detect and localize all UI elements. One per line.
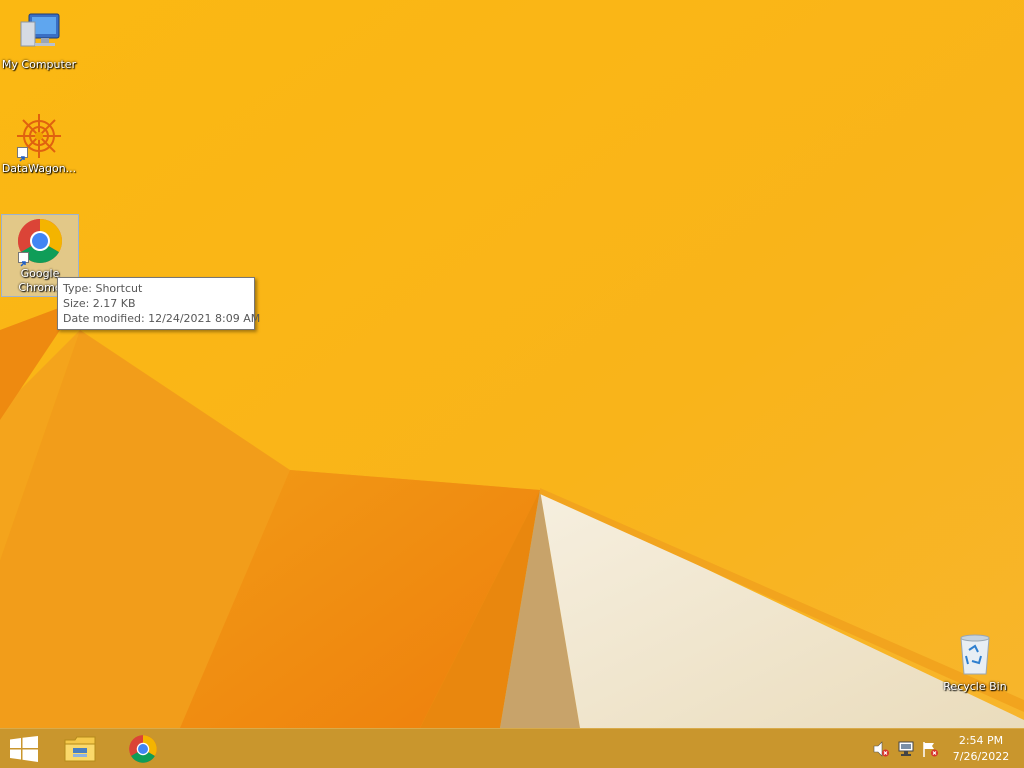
chrome-icon: [129, 734, 157, 763]
tooltip: Type: Shortcut Size: 2.17 KB Date modifi…: [57, 277, 261, 330]
clock-time: 2:54 PM: [958, 734, 1004, 747]
desktop-icon-label: My Computer: [1, 58, 77, 71]
tooltip-size: Size: 2.17 KB: [63, 297, 136, 310]
taskbar: 2:54 PM 7/26/2022: [0, 728, 1024, 768]
desktop-icon-recycle-bin[interactable]: Recycle Bin: [936, 628, 1014, 694]
start-button[interactable]: [0, 729, 48, 768]
chrome-icon: [16, 217, 64, 267]
computer-icon: [15, 8, 63, 56]
recycle-bin-icon: [951, 630, 999, 678]
desktop-icon-datawagon[interactable]: DataWagon...: [0, 110, 78, 176]
datawagon-icon: [15, 112, 63, 162]
taskbar-file-explorer-button[interactable]: [52, 729, 108, 768]
tooltip-type: Type: Shortcut: [63, 282, 143, 295]
windows-logo-icon: [10, 735, 38, 762]
desktop-icon-label: DataWagon...: [1, 162, 77, 175]
desktop-icon-my-computer[interactable]: My Computer: [0, 6, 78, 72]
file-explorer-icon: [64, 736, 96, 761]
network-icon[interactable]: [897, 740, 915, 758]
clock[interactable]: 2:54 PM 7/26/2022: [946, 733, 1016, 765]
wallpaper: [0, 0, 1024, 728]
taskbar-chrome-button[interactable]: [115, 729, 171, 768]
desktop[interactable]: My Computer DataWagon... Google Chrome T…: [0, 0, 1024, 728]
shortcut-arrow-icon: [18, 252, 29, 267]
tooltip-date-modified: Date modified: 12/24/2021 8:09 AM: [63, 312, 261, 325]
desktop-icon-label: Recycle Bin: [943, 680, 1007, 693]
volume-muted-icon[interactable]: [872, 740, 890, 758]
action-center-flag-icon[interactable]: [921, 740, 939, 758]
clock-date: 7/26/2022: [952, 750, 1010, 763]
shortcut-arrow-icon: [17, 147, 28, 162]
